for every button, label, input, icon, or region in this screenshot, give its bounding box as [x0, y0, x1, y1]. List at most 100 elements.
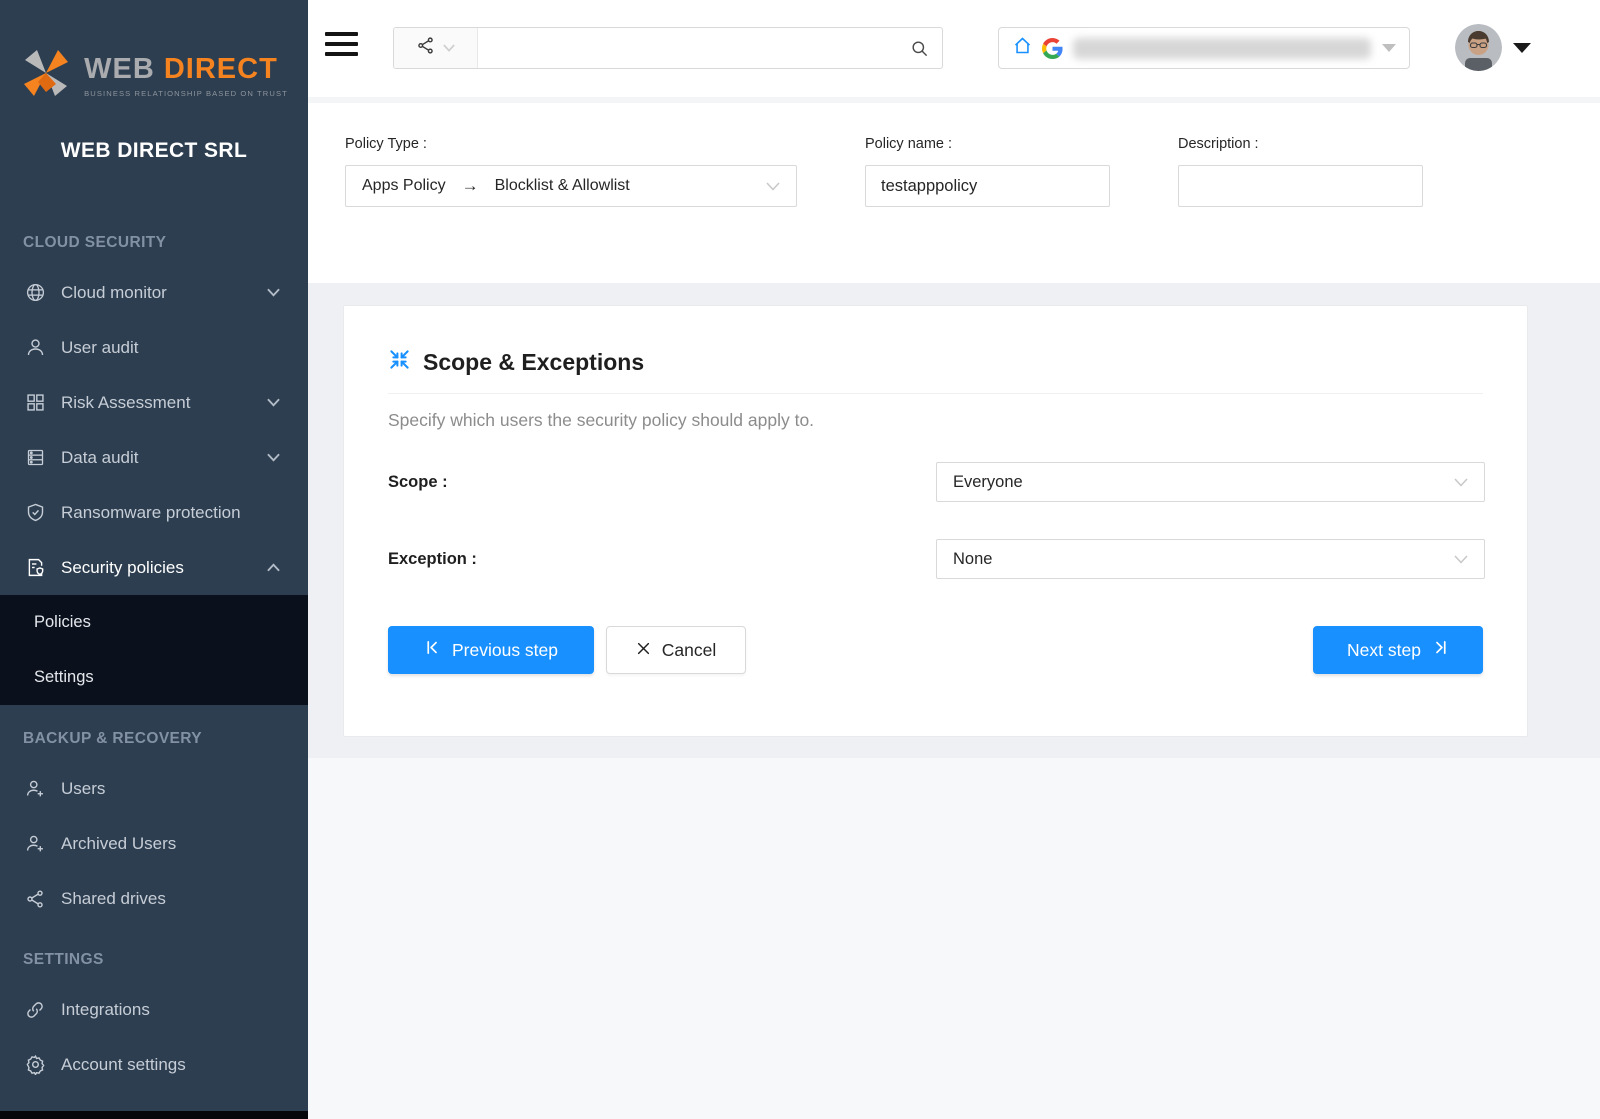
- sidebar-item-data-audit[interactable]: Data audit: [0, 430, 308, 485]
- link-icon: [24, 999, 46, 1021]
- chevron-down-icon: [766, 182, 780, 191]
- sidebar-item-security-policies[interactable]: Security policies: [0, 540, 308, 595]
- user-add-icon: [24, 778, 46, 800]
- search-category-dropdown[interactable]: [394, 28, 478, 68]
- sidebar-item-label: Security policies: [61, 558, 184, 578]
- close-icon: [636, 640, 651, 661]
- chevron-down-icon: [267, 398, 280, 407]
- sidebar-item-label: Shared drives: [61, 889, 166, 909]
- home-icon: [1012, 35, 1033, 61]
- grid-icon: [24, 392, 46, 414]
- security-policies-submenu: Policies Settings: [0, 595, 308, 705]
- share-icon: [416, 36, 435, 60]
- sidebar-item-label: Users: [61, 779, 105, 799]
- sidebar-item-ransomware-protection[interactable]: Ransomware protection: [0, 485, 308, 540]
- sidebar-item-integrations[interactable]: Integrations: [0, 982, 308, 1037]
- cancel-button[interactable]: Cancel: [606, 626, 746, 674]
- exception-label: Exception :: [388, 550, 477, 569]
- sidebar-item-label: Ransomware protection: [61, 503, 241, 523]
- exception-value: None: [953, 550, 992, 569]
- database-icon: [24, 447, 46, 469]
- search-group: [393, 27, 943, 69]
- card-divider: [388, 393, 1483, 394]
- previous-step-label: Previous step: [452, 640, 558, 661]
- next-step-button[interactable]: Next step: [1313, 626, 1483, 674]
- policy-type-left: Apps Policy: [362, 177, 446, 195]
- policy-form: Policy Type : Policy name : Description …: [308, 103, 1600, 283]
- sidebar-item-users[interactable]: Users: [0, 761, 308, 816]
- section-title-cloud-security: CLOUD SECURITY: [0, 221, 308, 265]
- domain-name-redacted: [1073, 38, 1371, 59]
- sidebar-item-label: Cloud monitor: [61, 283, 167, 303]
- section-title-backup-recovery: BACKUP & RECOVERY: [0, 717, 308, 761]
- pinwheel-logo-icon: [20, 40, 72, 111]
- brand-block: WEB DIRECT BUSINESS RELATIONSHIP BASED O…: [0, 0, 308, 163]
- user-add-icon: [24, 833, 46, 855]
- scope-value: Everyone: [953, 473, 1023, 492]
- policy-type-right: Blocklist & Allowlist: [495, 177, 630, 195]
- step-backward-icon: [424, 639, 441, 661]
- sidebar-item-account-settings[interactable]: Account settings: [0, 1037, 308, 1092]
- policy-type-select[interactable]: Apps Policy → Blocklist & Allowlist: [345, 165, 797, 207]
- exception-select[interactable]: None: [936, 539, 1485, 579]
- sidebar-item-label: Integrations: [61, 1000, 150, 1020]
- domain-selector[interactable]: [998, 27, 1410, 69]
- caret-down-icon: [1382, 44, 1396, 52]
- sidebar: WEB DIRECT BUSINESS RELATIONSHIP BASED O…: [0, 0, 308, 1119]
- share-icon: [24, 888, 46, 910]
- content-area: Scope & Exceptions Specify which users t…: [308, 283, 1600, 758]
- arrow-right-icon: →: [462, 176, 479, 196]
- sidebar-item-label: Data audit: [61, 448, 139, 468]
- previous-step-button[interactable]: Previous step: [388, 626, 594, 674]
- policy-name-input[interactable]: [865, 165, 1110, 207]
- description-input[interactable]: [1178, 165, 1423, 207]
- chevron-down-icon: [267, 288, 280, 297]
- sidebar-item-label: Account settings: [61, 1055, 186, 1075]
- scope-field: Scope : Everyone: [388, 462, 1483, 502]
- user-icon: [24, 337, 46, 359]
- chevron-down-icon: [1454, 555, 1468, 564]
- logo-wordmark: WEB DIRECT: [84, 53, 288, 86]
- google-g-icon: [1042, 38, 1063, 59]
- cancel-label: Cancel: [662, 640, 716, 661]
- section-title-settings: SETTINGS: [0, 938, 308, 982]
- avatar[interactable]: [1455, 24, 1502, 71]
- sidebar-bottom-strip: [0, 1111, 308, 1119]
- sidebar-item-user-audit[interactable]: User audit: [0, 320, 308, 375]
- globe-icon: [24, 282, 46, 304]
- brand-tagline: BUSINESS RELATIONSHIP BASED ON TRUST: [84, 89, 288, 98]
- collapse-icon: [388, 348, 411, 376]
- topbar: [308, 0, 1600, 97]
- chevron-down-icon: [443, 39, 455, 57]
- hamburger-icon[interactable]: [325, 32, 358, 56]
- exception-field: Exception : None: [388, 539, 1483, 579]
- scope-label: Scope :: [388, 473, 448, 492]
- sidebar-item-archived-users[interactable]: Archived Users: [0, 816, 308, 871]
- gear-icon: [24, 1054, 46, 1076]
- search-input[interactable]: [478, 28, 910, 68]
- policy-name-label: Policy name :: [865, 136, 952, 152]
- sidebar-nav: CLOUD SECURITY Cloud monitor User audit …: [0, 221, 308, 1092]
- sidebar-item-cloud-monitor[interactable]: Cloud monitor: [0, 265, 308, 320]
- chevron-down-icon: [267, 453, 280, 462]
- chevron-up-icon: [267, 563, 280, 572]
- organization-name: WEB DIRECT SRL: [61, 139, 247, 163]
- sidebar-item-risk-assessment[interactable]: Risk Assessment: [0, 375, 308, 430]
- main-area: Policy Type : Policy name : Description …: [308, 0, 1600, 1119]
- next-step-label: Next step: [1347, 640, 1421, 661]
- card-subtitle: Specify which users the security policy …: [388, 410, 1483, 431]
- card-title: Scope & Exceptions: [423, 349, 644, 376]
- scope-select[interactable]: Everyone: [936, 462, 1485, 502]
- shield-check-icon: [24, 502, 46, 524]
- step-forward-icon: [1432, 639, 1449, 661]
- submenu-item-settings[interactable]: Settings: [0, 650, 308, 705]
- scope-exceptions-card: Scope & Exceptions Specify which users t…: [343, 305, 1528, 737]
- description-label: Description :: [1178, 136, 1259, 152]
- user-menu-caret-icon[interactable]: [1513, 43, 1531, 53]
- search-icon[interactable]: [910, 28, 929, 68]
- sidebar-item-label: Risk Assessment: [61, 393, 190, 413]
- sidebar-item-label: User audit: [61, 338, 138, 358]
- submenu-item-policies[interactable]: Policies: [0, 595, 308, 650]
- sidebar-item-shared-drives[interactable]: Shared drives: [0, 871, 308, 926]
- policy-type-label: Policy Type :: [345, 136, 427, 152]
